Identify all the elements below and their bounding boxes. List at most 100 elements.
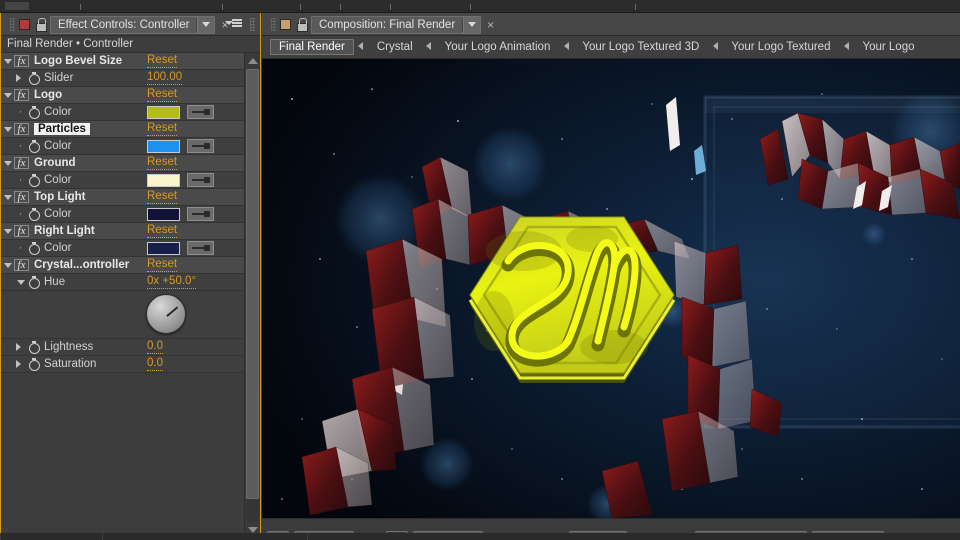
stopwatch-icon[interactable] xyxy=(27,139,41,153)
reset-link[interactable]: Reset xyxy=(147,190,178,204)
stopwatch-icon[interactable] xyxy=(27,71,41,85)
property-value[interactable]: 0.0 xyxy=(147,340,163,354)
effect-row-logo[interactable]: fx Logo Reset xyxy=(1,87,246,104)
hue-dial[interactable] xyxy=(146,294,186,334)
property-row-color[interactable]: · Color xyxy=(1,206,246,223)
close-icon[interactable]: × xyxy=(485,16,496,34)
reset-link[interactable]: Reset xyxy=(147,88,178,102)
composition-tab-name[interactable]: Composition: Final Render xyxy=(311,15,482,34)
property-row-hue[interactable]: Hue 0x +50.0° xyxy=(1,274,246,291)
fx-icon: fx xyxy=(14,225,29,237)
property-name: Color xyxy=(44,174,72,186)
property-row-lightness[interactable]: Lightness 0.0 xyxy=(1,339,246,356)
color-swatch[interactable] xyxy=(147,139,180,153)
comp-tab-crystal[interactable]: Crystal xyxy=(368,39,422,55)
chrome-tick xyxy=(390,4,391,10)
panel-grip-right-icon[interactable] xyxy=(250,18,255,31)
panel-grip-icon[interactable] xyxy=(10,18,15,31)
property-row-color[interactable]: · Color xyxy=(1,240,246,257)
effect-row-ground[interactable]: fx Ground Reset xyxy=(1,155,246,172)
property-row-color[interactable]: · Color xyxy=(1,138,246,155)
reset-link[interactable]: Reset xyxy=(147,122,178,136)
reset-link[interactable]: Reset xyxy=(147,224,178,238)
property-name: Color xyxy=(44,242,72,254)
property-name: Slider xyxy=(44,72,74,84)
stopwatch-icon[interactable] xyxy=(27,340,41,354)
tab-dropdown-button[interactable] xyxy=(463,16,481,33)
color-swatch[interactable] xyxy=(147,105,180,119)
eyedropper-icon[interactable] xyxy=(187,207,214,221)
lock-icon[interactable] xyxy=(34,18,47,32)
property-row-color[interactable]: · Color xyxy=(1,172,246,189)
twirl-closed-icon[interactable] xyxy=(14,360,27,368)
reset-link[interactable]: Reset xyxy=(147,258,178,272)
twirl-closed-icon[interactable] xyxy=(14,343,27,351)
stopwatch-icon[interactable] xyxy=(27,105,41,119)
effect-row-crystal-controller[interactable]: fx Crystal...ontroller Reset xyxy=(1,257,246,274)
twirl-closed-icon[interactable] xyxy=(14,74,27,82)
chrome-button[interactable] xyxy=(4,1,30,11)
property-value[interactable]: 0.0 xyxy=(147,357,163,371)
eyedropper-icon[interactable] xyxy=(187,139,214,153)
property-row-saturation[interactable]: Saturation 0.0 xyxy=(1,356,246,373)
twirl-open-icon[interactable] xyxy=(1,58,14,64)
effect-controls-body: fx Logo Bevel Size Reset Slider 100.00 f… xyxy=(1,53,260,538)
effect-row-particles[interactable]: fx Particles Reset xyxy=(1,121,246,138)
twirl-open-icon[interactable] xyxy=(1,194,14,200)
color-swatch[interactable] xyxy=(147,241,180,255)
eyedropper-icon[interactable] xyxy=(187,173,214,187)
effect-name: Ground xyxy=(34,157,76,169)
scroll-up-button[interactable] xyxy=(245,53,261,69)
composition-tab[interactable]: Composition: Final Render × xyxy=(268,14,499,35)
comp-tab-your-logo[interactable]: Your Logo xyxy=(853,39,923,55)
twirl-open-icon[interactable] xyxy=(1,228,14,234)
effect-row-top-light[interactable]: fx Top Light Reset xyxy=(1,189,246,206)
twirl-open-icon[interactable] xyxy=(1,262,14,268)
composition-tab-label: Composition: Final Render xyxy=(319,18,456,31)
effect-row-right-light[interactable]: fx Right Light Reset xyxy=(1,223,246,240)
color-swatch[interactable] xyxy=(147,173,180,187)
eyedropper-icon[interactable] xyxy=(187,241,214,255)
property-row-slider[interactable]: Slider 100.00 xyxy=(1,70,246,87)
comp-tab-your-logo-textured-3d[interactable]: Your Logo Textured 3D xyxy=(573,39,708,55)
comp-navigator-tabs: Final Render Crystal Your Logo Animation… xyxy=(262,36,960,59)
bullet-icon: · xyxy=(18,242,23,254)
reset-link[interactable]: Reset xyxy=(147,156,178,170)
effect-controls-tab-name[interactable]: Effect Controls: Controller xyxy=(50,15,216,34)
stopwatch-icon[interactable] xyxy=(27,275,41,289)
comp-tab-your-logo-textured[interactable]: Your Logo Textured xyxy=(722,39,839,55)
property-name: Lightness xyxy=(44,341,94,353)
property-name: Hue xyxy=(44,276,66,288)
twirl-open-icon[interactable] xyxy=(1,126,14,132)
color-swatch[interactable] xyxy=(147,207,180,221)
twirl-open-icon[interactable] xyxy=(14,279,27,285)
effect-name: Right Light xyxy=(34,225,95,237)
scrollbar-thumb[interactable] xyxy=(246,69,259,499)
effect-controls-scrollbar[interactable] xyxy=(244,53,260,538)
comp-tab-final-render[interactable]: Final Render xyxy=(270,39,354,55)
property-value[interactable]: 0x +50.0° xyxy=(147,275,197,289)
property-row-color[interactable]: · Color xyxy=(1,104,246,121)
scrollbar-track[interactable] xyxy=(246,69,259,522)
stopwatch-icon[interactable] xyxy=(27,207,41,221)
comp-tab-your-logo-animation[interactable]: Your Logo Animation xyxy=(436,39,560,55)
tab-dropdown-button[interactable] xyxy=(197,16,215,33)
effect-controls-tabstrip: Effect Controls: Controller × xyxy=(1,13,260,36)
composition-viewport[interactable] xyxy=(262,59,960,518)
stopwatch-icon[interactable] xyxy=(27,241,41,255)
panel-menu-icon[interactable] xyxy=(225,17,242,31)
lock-icon[interactable] xyxy=(295,18,308,32)
stopwatch-icon[interactable] xyxy=(27,357,41,371)
panel-grip-icon[interactable] xyxy=(271,18,276,31)
twirl-open-icon[interactable] xyxy=(1,160,14,166)
stopwatch-icon[interactable] xyxy=(27,173,41,187)
breadcrumb-label: Final Render • Controller xyxy=(7,38,134,50)
effect-row-logo-bevel-size[interactable]: fx Logo Bevel Size Reset xyxy=(1,53,246,70)
effect-controls-tab[interactable]: Effect Controls: Controller × xyxy=(7,14,233,35)
twirl-open-icon[interactable] xyxy=(1,92,14,98)
property-value[interactable]: 100.00 xyxy=(147,71,183,85)
bullet-icon: · xyxy=(18,208,23,220)
effect-controls-panel: Effect Controls: Controller × Final Rend… xyxy=(0,13,261,540)
reset-link[interactable]: Reset xyxy=(147,54,178,68)
eyedropper-icon[interactable] xyxy=(187,105,214,119)
